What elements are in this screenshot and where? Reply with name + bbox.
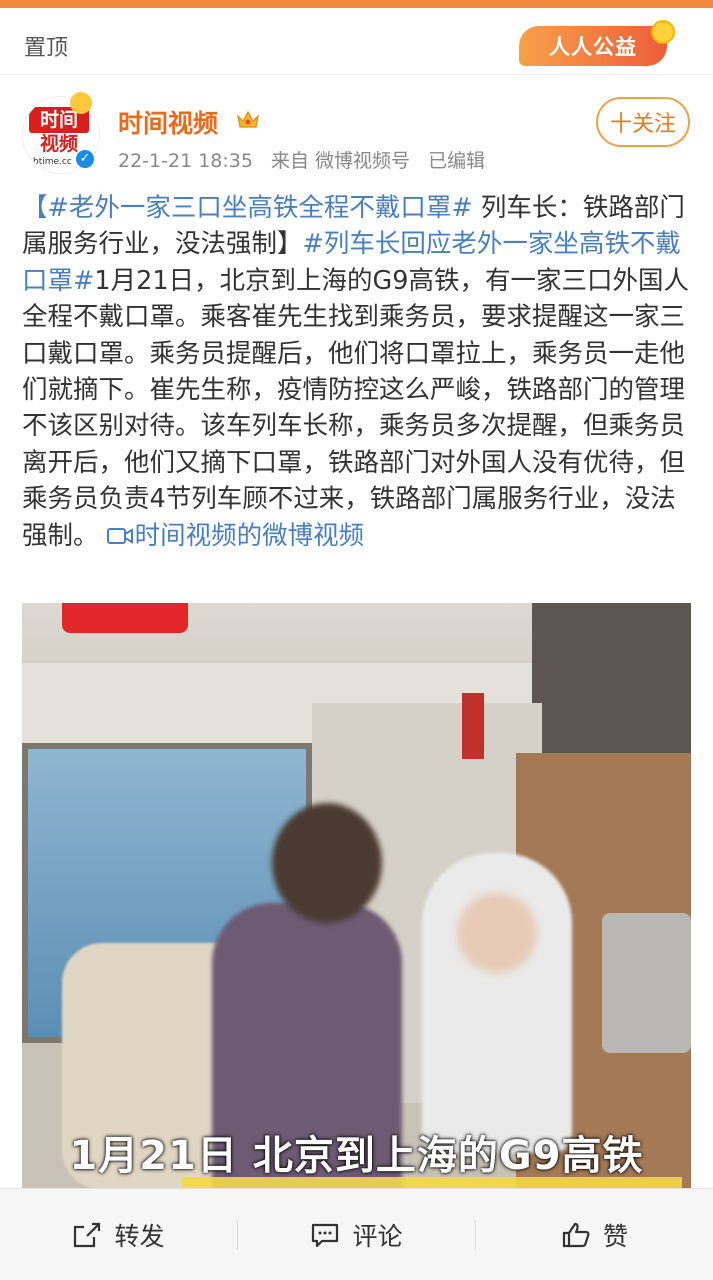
crown-icon [237,110,259,128]
like-label: 赞 [602,1221,628,1251]
post-text: 【#老外一家三口坐高铁全程不戴口罩# 列车长：铁路部门属服务行业，没法强制】#列… [22,190,694,554]
comment-button[interactable]: 评论 [238,1189,475,1280]
video-scene-sign [62,603,188,633]
sun-icon [70,92,92,114]
video-scene-dark-panel [532,603,691,763]
post-time: 22-1-21 18:35 [118,150,253,172]
repost-label: 转发 [114,1221,165,1251]
video-link-label: 时间视频的微博视频 [134,520,365,551]
like-button[interactable]: 赞 [476,1189,713,1280]
video-caption: 1月21日 北京到上海的G9高铁 [69,1133,644,1179]
divider [0,74,713,75]
verified-icon: ✓ [74,148,96,170]
charity-badge[interactable]: 人人公益 [519,20,675,66]
video-scene-person-head [272,803,382,923]
sun-icon [651,20,675,44]
video-icon [106,527,133,544]
video-scene-seat [602,913,691,1053]
comment-icon [312,1223,339,1247]
post-source: 来自 微博视频号 [271,150,411,172]
comment-label: 评论 [352,1221,403,1251]
video-link[interactable]: 时间视频的微博视频 [106,520,365,551]
top-bar: 置顶 人人公益 [0,8,713,74]
video-scene-red-box [462,693,484,759]
edited-label: 已编辑 [428,150,486,172]
video-player[interactable]: 1月21日 北京到上海的G9高铁 [22,603,691,1190]
action-bar: 转发 评论 赞 [0,1188,713,1280]
pinned-label: 置顶 [24,36,69,61]
top-accent-bar [0,0,713,8]
video-scene-child-face [457,893,537,973]
avatar-logo-domain: btime.cc [33,157,72,167]
repost-button[interactable]: 转发 [0,1189,237,1280]
follow-button[interactable]: 十关注 [596,97,690,147]
repost-icon [74,1222,101,1247]
charity-label: 人人公益 [549,35,637,59]
hashtag-1[interactable]: 【#老外一家三口坐高铁全程不戴口罩# [22,193,473,223]
thumbs-up-icon [562,1222,590,1247]
post-text-2: 1月21日，北京到上海的G9高铁，有一家三口外国人全程不戴口罩。乘客崔先生找到乘… [22,265,690,551]
post-meta: 22-1-21 18:35 来自 微博视频号 已编辑 [118,146,497,173]
author-name[interactable]: 时间视频 [118,104,218,140]
